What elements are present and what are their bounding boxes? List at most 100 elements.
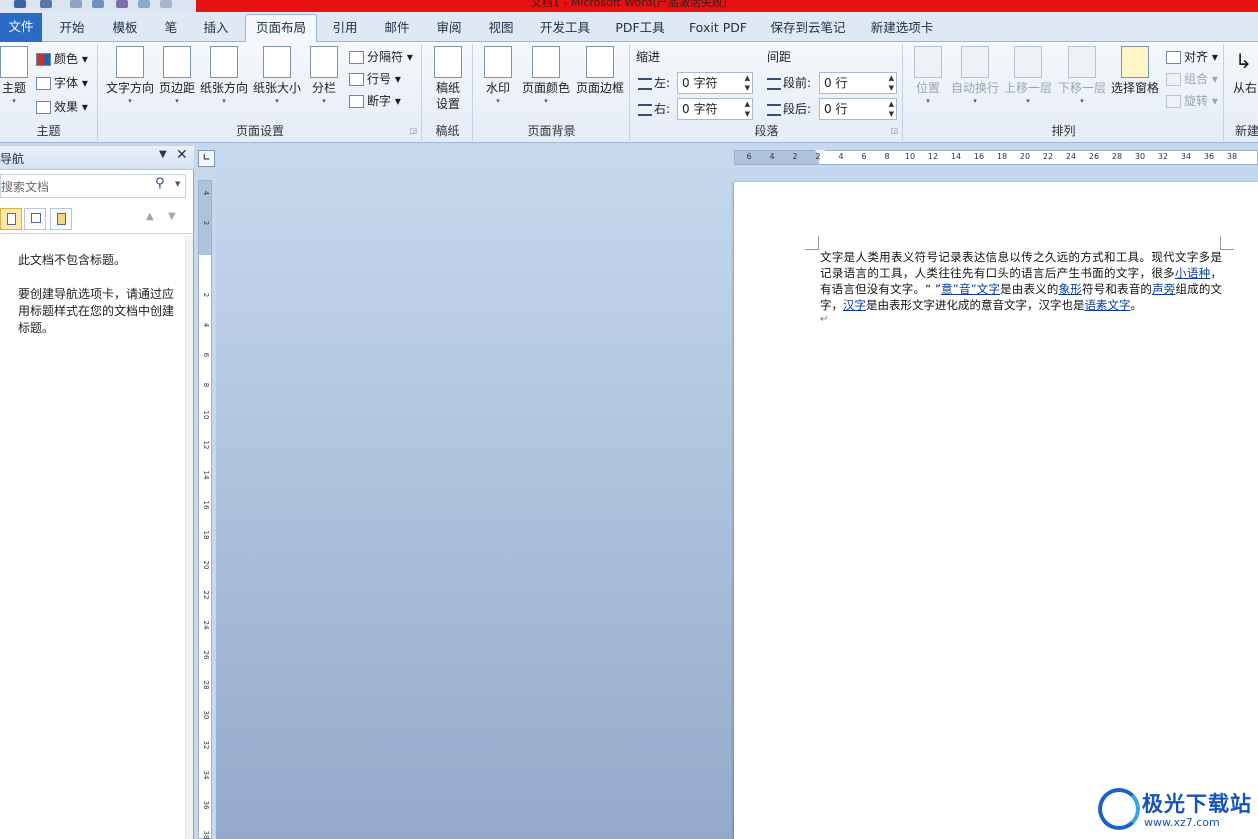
line-numbers-button[interactable]: 行号 ▾	[349, 68, 401, 90]
search-icon[interactable]: ⚲	[155, 176, 165, 191]
tab-references[interactable]: 引用	[322, 15, 368, 42]
columns-icon	[310, 46, 338, 78]
theme-fonts-button[interactable]: 字体 ▾	[36, 72, 88, 94]
selection-pane-button[interactable]: 选择窗格	[1108, 44, 1162, 96]
ruler-tab-selector[interactable]: ∟	[198, 150, 215, 167]
ruler-number: 36	[1203, 152, 1215, 161]
group-objects-icon	[1166, 73, 1181, 86]
text-direction-icon	[116, 46, 144, 78]
watermark-icon	[484, 46, 512, 78]
tab-page-layout[interactable]: 页面布局	[245, 14, 317, 43]
group-new: ↳ 从右 新建	[1225, 44, 1258, 141]
watermark-button[interactable]: 水印 ▾	[482, 44, 514, 106]
ruler-number: 12	[927, 152, 939, 161]
hyphenation-button[interactable]: 断字 ▾	[349, 90, 401, 112]
tab-new-tab[interactable]: 新建选项卡	[860, 15, 944, 42]
headings-view-icon[interactable]	[0, 208, 22, 230]
indent-left-label: 左:	[638, 72, 670, 94]
tab-foxit-pdf[interactable]: Foxit PDF	[680, 15, 756, 42]
pane-options-chevron-down-icon[interactable]: ▼	[159, 149, 167, 160]
theme-effects-button[interactable]: 效果 ▾	[36, 96, 88, 118]
ruler-number: 22	[202, 590, 210, 600]
page-color-button[interactable]: 页面颜色 ▾	[520, 44, 572, 106]
ruler-number: 32	[1157, 152, 1169, 161]
send-backward-button[interactable]: 下移一层 ▾	[1056, 44, 1108, 106]
spinner-arrows-icon[interactable]: ▲ ▼	[889, 73, 894, 93]
position-button[interactable]: 位置 ▾	[908, 44, 948, 106]
themes-button[interactable]: 主题 ▾	[0, 44, 28, 106]
tab-template[interactable]: 模板	[100, 15, 150, 42]
hyperlink-morphemic-script[interactable]: 语素文字	[1085, 298, 1131, 312]
hyperlink-minor-language[interactable]: 小语种	[1175, 266, 1211, 280]
vertical-ruler[interactable]: 4 2 2 4 6 8 10 12 14 16 18 20 22 24 26 28 30 32 34 36 38	[198, 180, 212, 839]
tab-pdf-tools[interactable]: PDF工具	[606, 15, 674, 42]
rotate-button[interactable]: 旋转 ▾	[1166, 90, 1218, 112]
columns-button[interactable]: 分栏 ▾	[307, 44, 341, 106]
tab-developer[interactable]: 开发工具	[530, 15, 600, 42]
ruler-number: 8	[884, 152, 890, 161]
ruler-number: 36	[202, 800, 210, 810]
group-label-arrange: 排列	[1051, 124, 1076, 138]
hyperlink-ideo-phonetic-script[interactable]: 意”音”文字	[941, 282, 1000, 296]
tab-home[interactable]: 开始	[48, 15, 96, 42]
align-button[interactable]: 对齐 ▾	[1166, 46, 1218, 68]
paragraph-launcher-icon[interactable]: ◲	[890, 126, 898, 135]
theme-colors-button[interactable]: 颜色 ▾	[36, 48, 88, 70]
spinner-arrows-icon[interactable]: ▲ ▼	[745, 73, 750, 93]
hyperlink-phonetic-component[interactable]: 声旁	[1152, 282, 1175, 296]
text-direction-button[interactable]: 文字方向 ▾	[105, 44, 155, 106]
hyperlink-pictograph[interactable]: 象形	[1059, 282, 1082, 296]
spacing-before-input[interactable]: 0 行 ▲ ▼	[819, 72, 897, 94]
from-right-button[interactable]: ↳ 从右	[1233, 44, 1258, 96]
search-options-chevron-down-icon[interactable]: ▼	[175, 180, 180, 188]
margins-button[interactable]: 页边距 ▾	[157, 44, 197, 106]
paper-size-button[interactable]: 纸张大小 ▾	[251, 44, 303, 106]
indent-left-input[interactable]: 0 字符 ▲ ▼	[677, 72, 753, 94]
spacing-after-label: 段后:	[767, 98, 811, 120]
group-objects-button[interactable]: 组合 ▾	[1166, 68, 1218, 90]
search-document-input[interactable]: 搜索文档 ⚲ ▼	[0, 174, 186, 198]
next-arrow-icon[interactable]: ▼	[168, 211, 176, 222]
horizontal-ruler[interactable]: 6 4 2 2 4 6 8 10 12 14 16 18 20 22 24 26 28 30 32 34 36 38	[734, 150, 1258, 165]
tab-insert[interactable]: 插入	[192, 15, 240, 42]
thumbnails-view-icon[interactable]	[24, 208, 46, 230]
spinner-arrows-icon[interactable]: ▲ ▼	[889, 99, 894, 119]
margin-corner-mark	[805, 236, 819, 250]
send-backward-icon	[1068, 46, 1096, 78]
ruler-number: 6	[861, 152, 867, 161]
tab-file[interactable]: 文件	[0, 13, 42, 42]
manuscript-settings-button[interactable]: 稿纸 设置	[428, 44, 468, 112]
close-icon[interactable]: ✕	[176, 147, 188, 163]
tab-review[interactable]: 审阅	[426, 15, 472, 42]
aurora-logo-icon	[1098, 788, 1140, 830]
tab-save-cloud-note[interactable]: 保存到云笔记	[762, 15, 854, 42]
bring-forward-button[interactable]: 上移一层 ▾	[1002, 44, 1054, 106]
group-label-page-setup: 页面设置	[235, 124, 284, 138]
breaks-icon	[349, 51, 364, 64]
tab-pen[interactable]: 笔	[154, 15, 188, 42]
wrap-text-button[interactable]: 自动换行 ▾	[948, 44, 1002, 106]
document-paragraph[interactable]: 文字是人类用表义符号记录表达信息以传之久远的方式和工具。现代文字多是记录语言的工…	[820, 249, 1222, 313]
page-borders-button[interactable]: 页面边框	[574, 44, 626, 96]
ruler-number: 26	[1088, 152, 1100, 161]
ruler-number: 34	[202, 770, 210, 780]
results-view-icon[interactable]	[50, 208, 72, 230]
spinner-arrows-icon[interactable]: ▲ ▼	[745, 99, 750, 119]
breaks-button[interactable]: 分隔符 ▾	[349, 46, 413, 68]
manuscript-icon	[434, 46, 462, 78]
ruler-number: 2	[202, 220, 210, 226]
indent-right-input[interactable]: 0 字符 ▲ ▼	[677, 98, 753, 120]
page-setup-launcher-icon[interactable]: ◲	[409, 126, 417, 135]
spacing-after-input[interactable]: 0 行 ▲ ▼	[819, 98, 897, 120]
previous-arrow-icon[interactable]: ▲	[146, 211, 154, 222]
hyperlink-chinese-characters[interactable]: 汉字	[843, 298, 866, 312]
tab-view[interactable]: 视图	[478, 15, 524, 42]
wrap-text-icon	[961, 46, 989, 78]
navigation-pane-scrollbar[interactable]	[185, 236, 193, 839]
logo-brand-text: 极光下载站	[1142, 792, 1252, 816]
tab-mailings[interactable]: 邮件	[374, 15, 420, 42]
page-borders-icon	[586, 46, 614, 78]
orientation-button[interactable]: 纸张方向 ▾	[199, 44, 249, 106]
search-placeholder: 搜索文档	[1, 180, 50, 194]
document-page[interactable]: 文字是人类用表义符号记录表达信息以传之久远的方式和工具。现代文字多是记录语言的工…	[734, 182, 1258, 839]
